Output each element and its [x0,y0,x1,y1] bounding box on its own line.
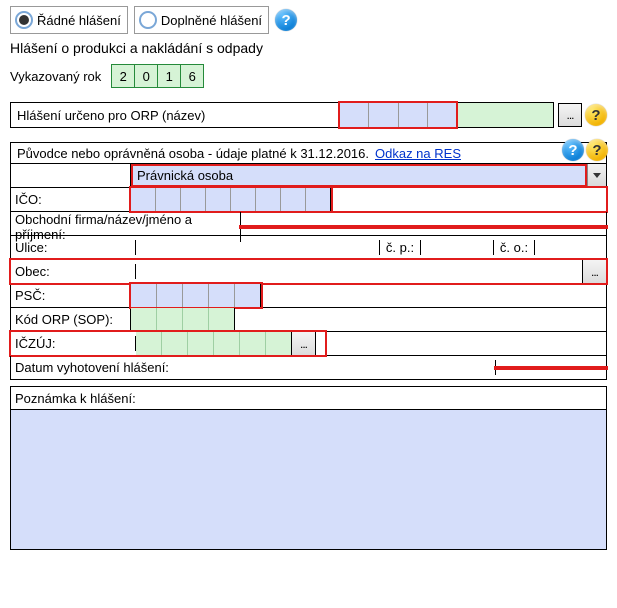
year-digit: 0 [134,64,158,88]
year-digit: 6 [180,64,204,88]
radio-dot-icon [15,11,33,29]
radio-regular-label: Řádné hlášení [37,13,121,28]
street-label: Ulice: [11,240,136,255]
radio-amended-label: Doplněné hlášení [161,13,262,28]
report-date-label: Datum vyhotovení hlášení: [11,360,496,375]
ico-name-input[interactable] [331,188,606,211]
radio-dot-icon [139,11,157,29]
iczuj-label: IČZÚJ: [11,336,136,351]
iczuj-input[interactable] [136,332,292,355]
entity-type-label [11,164,131,187]
orp-code-cells[interactable] [338,101,458,129]
help-icon[interactable]: ? [585,104,607,126]
ico-input[interactable] [131,188,331,211]
help-icon[interactable]: ? [275,9,297,31]
year-label: Vykazovaný rok [10,69,101,84]
orp-lookup-button[interactable]: ... [558,103,582,127]
note-textarea[interactable] [10,410,607,550]
help-icon[interactable]: ? [562,139,584,161]
help-icon[interactable]: ? [586,139,608,161]
orp-code-input[interactable] [131,308,235,331]
subject-section-header: Původce nebo oprávněná osoba - údaje pla… [10,142,607,164]
orp-destination-input[interactable] [340,102,554,128]
psc-label: PSČ: [11,284,131,307]
note-label: Poznámka k hlášení: [10,386,607,410]
obec-label: Obec: [11,264,136,279]
res-link[interactable]: Odkaz na RES [375,146,461,161]
subject-section-text: Původce nebo oprávněná osoba - údaje pla… [17,146,369,161]
ico-label: IČO: [11,188,131,211]
psc-input[interactable] [131,284,261,307]
cp-label: č. p.: [379,240,421,255]
obec-lookup-button[interactable]: ... [582,260,606,283]
year-digit: 2 [111,64,135,88]
orp-destination-label: Hlášení určeno pro ORP (název) [10,102,340,128]
company-name-row: Obchodní firma/název/jméno a příjmení: [10,212,607,236]
entity-type-value: Právnická osoba [131,164,587,187]
orp-code-label: Kód ORP (SOP): [11,308,131,331]
radio-regular-report[interactable]: Řádné hlášení [10,6,128,34]
co-label: č. o.: [493,240,535,255]
year-input[interactable]: 2 0 1 6 [111,64,204,88]
page-title: Hlášení o produkci a nakládání s odpady [10,40,607,56]
chevron-down-icon[interactable] [587,164,606,187]
iczuj-lookup-button[interactable]: ... [292,332,316,355]
entity-type-select[interactable]: Právnická osoba [131,164,587,187]
radio-amended-report[interactable]: Doplněné hlášení [134,6,269,34]
year-digit: 1 [157,64,181,88]
